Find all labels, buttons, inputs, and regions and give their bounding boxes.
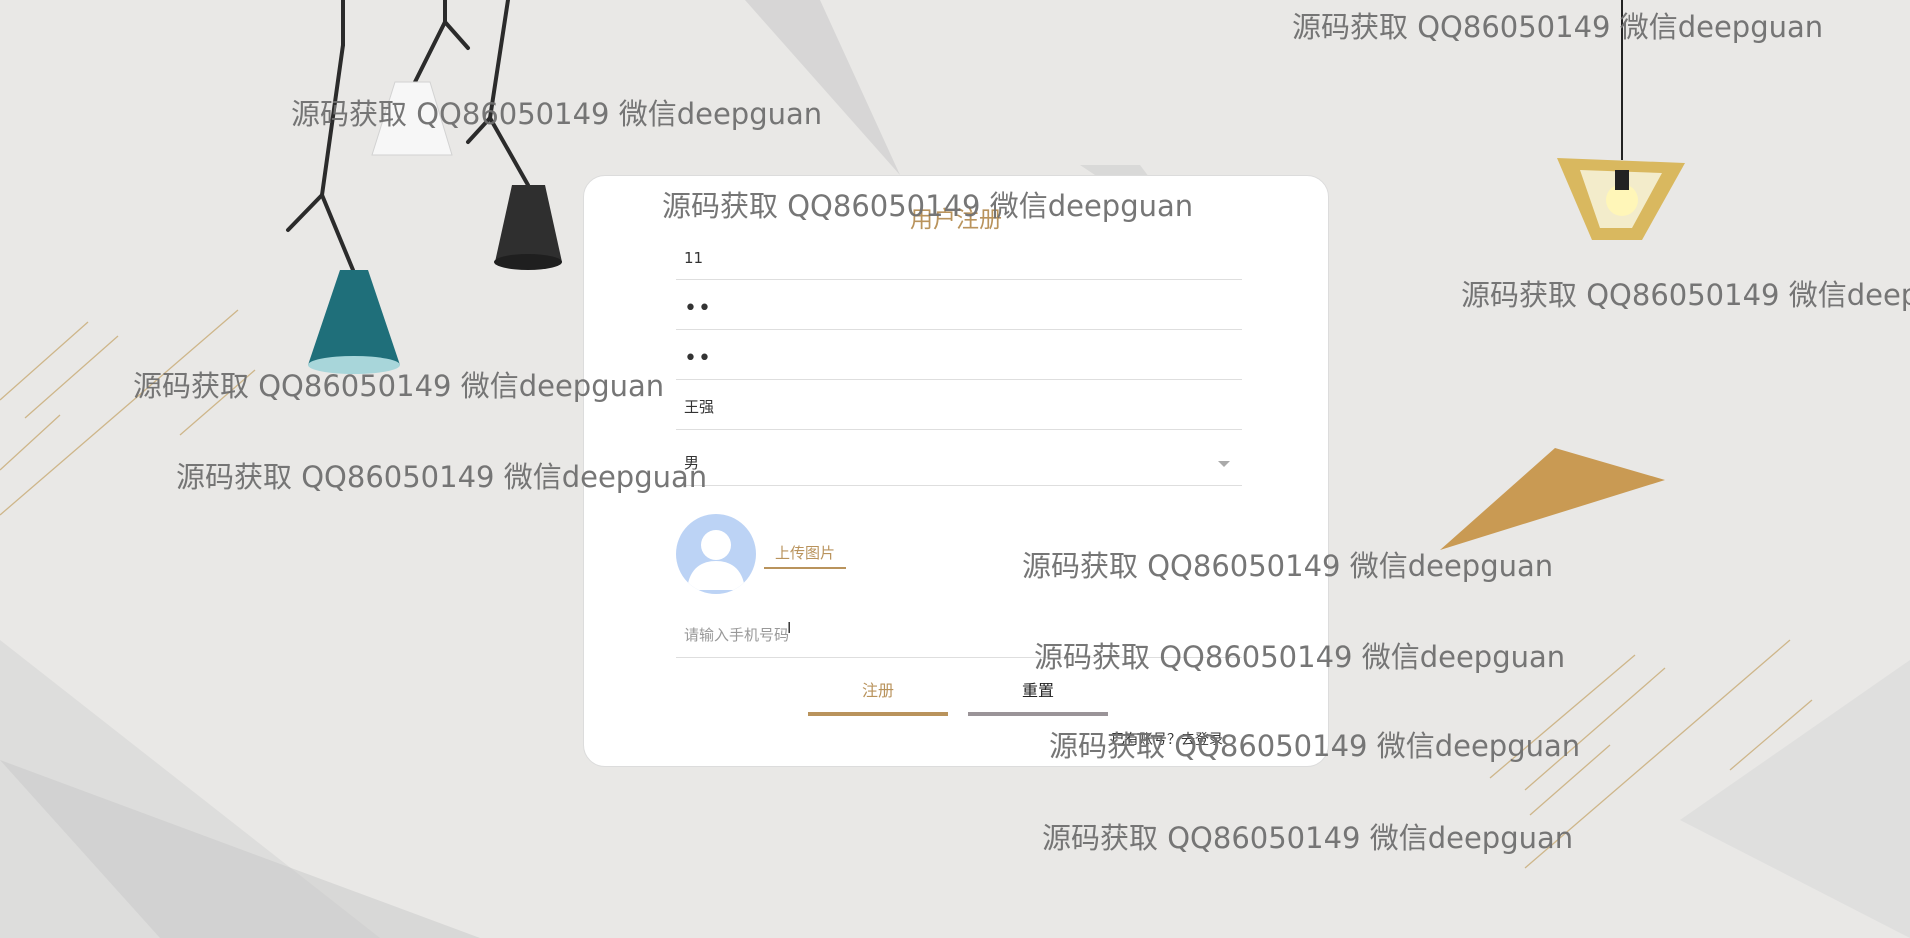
- user-silhouette-icon: [687, 530, 745, 590]
- avatar: [676, 514, 756, 594]
- login-link[interactable]: 已有账号？去登录: [1111, 729, 1223, 749]
- page-title: 用户注册: [910, 207, 1002, 233]
- chevron-down-icon: [1218, 461, 1230, 467]
- username-field[interactable]: 11: [676, 231, 1242, 280]
- name-field[interactable]: 王强: [676, 381, 1242, 430]
- name-value: 王强: [684, 398, 715, 416]
- register-card: 用户注册 11 •• •• 王强 男 上传图片 请输入手机号码 I 注册 重置 …: [583, 175, 1329, 767]
- password-value: ••: [684, 296, 712, 321]
- reset-button[interactable]: 重置: [968, 676, 1108, 716]
- register-button[interactable]: 注册: [808, 676, 948, 716]
- phone-field[interactable]: 请输入手机号码: [676, 606, 1242, 658]
- text-cursor-icon: I: [787, 619, 792, 637]
- confirm-password-value: ••: [684, 346, 712, 371]
- gender-selected-value: 男: [684, 454, 700, 472]
- upload-image-button[interactable]: 上传图片: [764, 542, 846, 569]
- phone-placeholder: 请输入手机号码: [684, 626, 790, 644]
- confirm-password-field[interactable]: ••: [676, 331, 1242, 380]
- password-field[interactable]: ••: [676, 281, 1242, 330]
- username-value: 11: [684, 249, 704, 267]
- gender-select[interactable]: 男: [676, 431, 1242, 486]
